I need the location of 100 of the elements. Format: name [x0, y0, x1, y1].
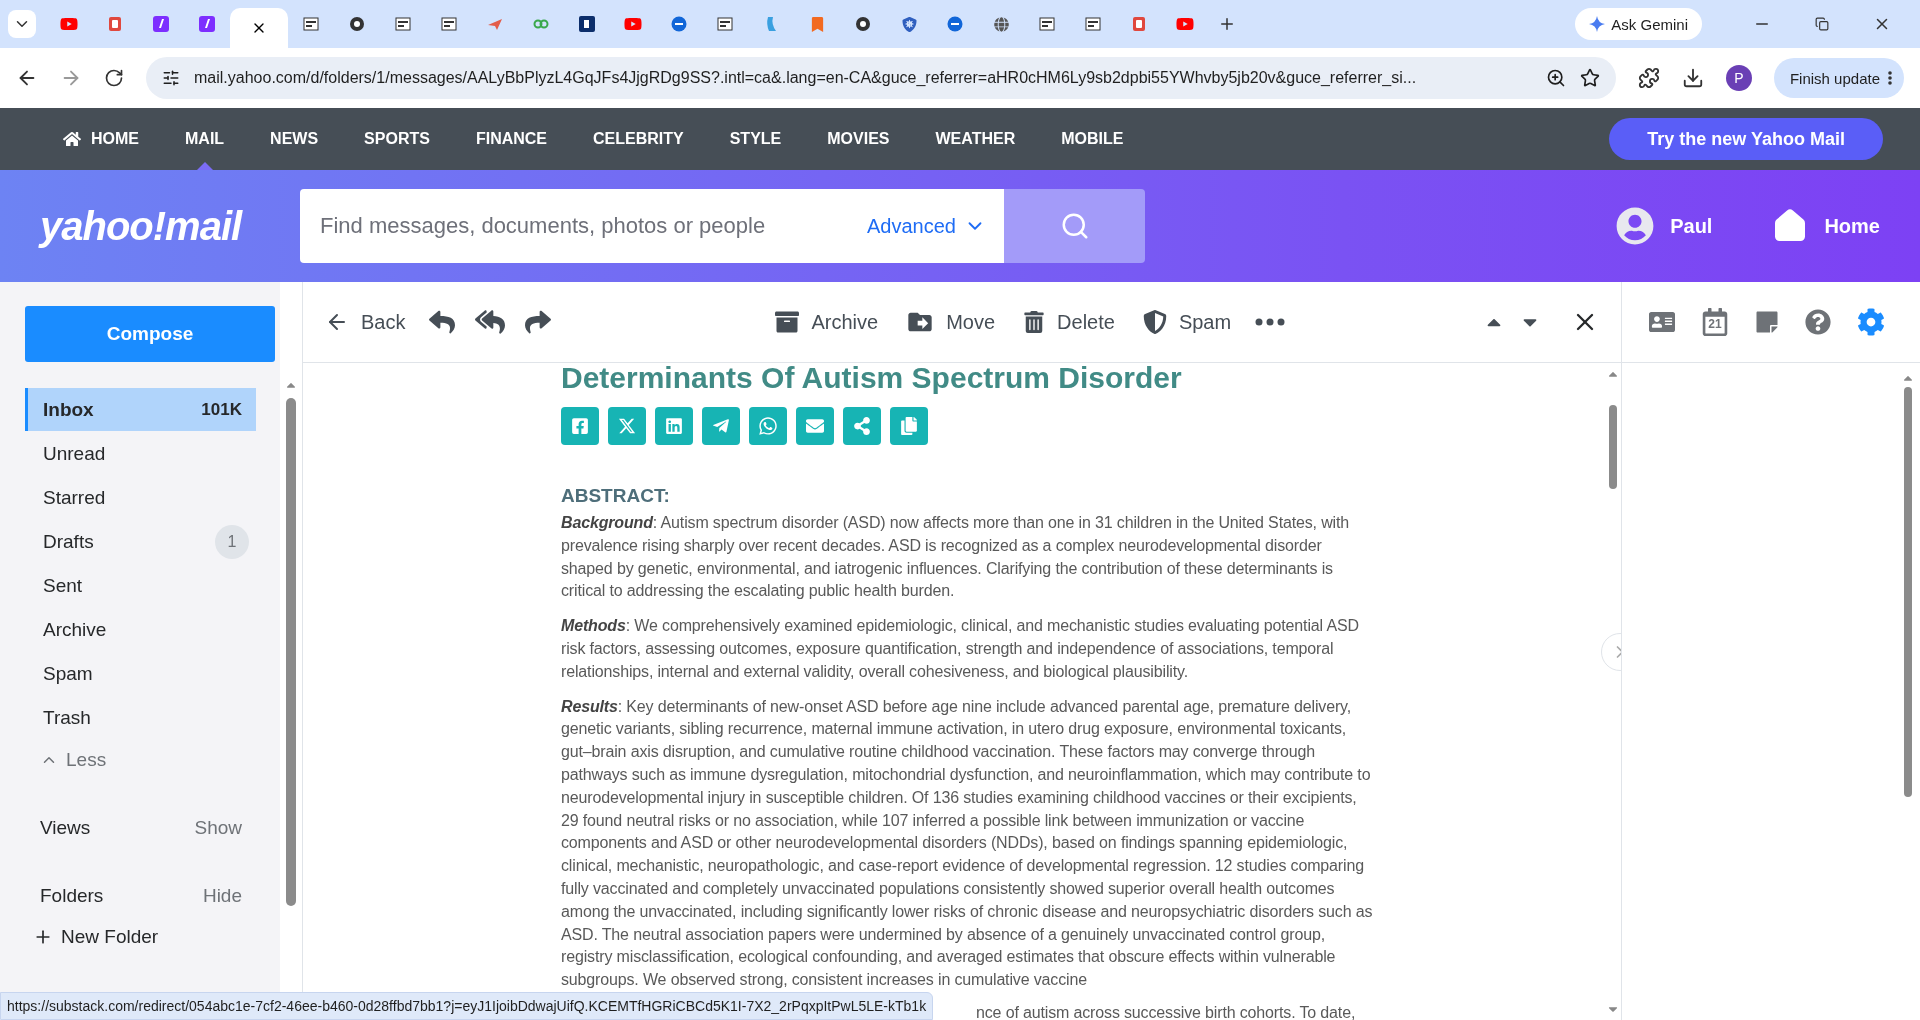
- site-icon: [671, 16, 687, 32]
- site-icon: [579, 16, 595, 32]
- archive-icon: [775, 310, 800, 334]
- nav-link[interactable]: CELEBRITY: [570, 108, 707, 170]
- scrollbar-thumb[interactable]: [286, 398, 296, 906]
- share-button[interactable]: [702, 407, 740, 445]
- abstract-paragraph: Methods: We comprehensively examined epidemiologic, clinical, and mechanistic studies evaluating potential ASD risk factors, assessing outcomes, exposure quantification, strength and independence of associations, temporal relationships, internal and external validity, overall cohesiveness, and biological plausibility.: [561, 616, 1360, 682]
- tab-menu-button[interactable]: [8, 10, 36, 38]
- toolbar-button[interactable]: Move: [892, 308, 1010, 336]
- new-tab-icon[interactable]: [1218, 15, 1236, 33]
- try-new-mail-button[interactable]: Try the new Yahoo Mail: [1609, 118, 1883, 160]
- less-toggle[interactable]: Less: [25, 740, 280, 780]
- abstract-paragraph: Results: Key determinants of new-onset ASD before age nine include advanced parental age, premature delivery, genetic variants, sibling recurrence, maternal immune activation, in utero drug exposure, environmental toxicants, gut–brain axis disruption, and cumulative routine childhood vaccination. These factors may converge through pathways such as immune dysregulation, mitochondrial dysfunction, and neuroinflammation, which may contribute to neurodevelopmental injury in susceptible children. Of 136 studies examining childhood vaccines or their excipients, 29 found neutral risks or no association, while 107 inferred a possible link between immunization or vaccine components and ASD or other neurodevelopmental disorders (NDDs), based on findings spanning epidemiologic, clinical, mechanistic, neuropathologic, and case-report evidence of developmental regression. 12 studies comparing fully vaccinated and completely unvaccinated populations consistently showed superior overall health outcomes among the unvaccinated, including significantly lower risks of chronic disease and neuropsychiatric disorders such as ASD. The neutral association papers were undermined by absence of a genuinely unvaccinated control group, registry misclassification, ecological confounding, and averaged estimates that obscure effects within vulnerable subgroups. We observed strong, consistent increases in cumulative vaccine: [561, 696, 1374, 991]
- mail-logo[interactable]: yahoo!mail: [40, 203, 300, 249]
- settings-icon[interactable]: [1857, 308, 1885, 336]
- scrollbar-thumb[interactable]: [1904, 387, 1912, 797]
- copy-icon: [900, 417, 918, 435]
- sparkle-icon: [1589, 16, 1606, 32]
- contacts-icon[interactable]: [1649, 309, 1675, 335]
- site-icon: [1176, 15, 1194, 33]
- nav-link[interactable]: MOVIES: [804, 108, 913, 170]
- site-icon: [766, 16, 776, 32]
- trash-icon: [1023, 311, 1046, 333]
- folder-item[interactable]: Trash: [25, 696, 256, 739]
- folder-item[interactable]: Archive: [25, 608, 256, 651]
- folder-item[interactable]: Starred: [25, 476, 256, 519]
- share-button[interactable]: [561, 407, 599, 445]
- section-toggle[interactable]: Show: [194, 817, 242, 839]
- abstract-paragraph: Background: Autism spectrum disorder (ASD) now affects more than one in 31 children in the United States, with prevalence rising sharply over recent decades. ASD is recognized as a complex neurodevelopmental disorder shaped by genetic, environmental, and iatrogenic influences. Clarifying the contribution of these determinants is critical to addressing the escalating public health burden.: [561, 513, 1351, 602]
- profile-link[interactable]: Paul: [1616, 207, 1713, 245]
- link-preview: https://substack.com/redirect/054abc1e-7cf2-46ee-b460-0d28ffbd7bb1?j=eyJ1IjoibDdwajUifQ.KCEMTfHGRiCBCd5K1I-7X2_2rPqxpItPwL5LE-kTb1k: [0, 992, 934, 1020]
- notepad-icon[interactable]: [1755, 310, 1779, 334]
- advanced-dropdown[interactable]: Advanced: [867, 214, 986, 238]
- extensions-icon[interactable]: [1637, 67, 1660, 89]
- nav-link[interactable]: SPORTS: [341, 108, 453, 170]
- more-vertical-icon: [1888, 71, 1892, 85]
- section-toggle[interactable]: Hide: [202, 885, 242, 907]
- folder-item[interactable]: Inbox 101K: [25, 388, 256, 431]
- section-heading: ABSTRACT:: [561, 485, 671, 507]
- share-button[interactable]: [749, 407, 787, 445]
- shield-icon: [1142, 310, 1167, 334]
- bookmark-star-icon[interactable]: [1579, 68, 1600, 88]
- back-button[interactable]: Back: [325, 310, 420, 334]
- site-icon: [855, 16, 871, 32]
- site-icon: [809, 16, 825, 32]
- mail-icon: [806, 417, 824, 435]
- home-icon: [63, 130, 81, 148]
- site-icon: [901, 16, 917, 32]
- help-icon[interactable]: [1805, 309, 1831, 335]
- site-icon: [487, 16, 503, 32]
- site-icon: [624, 15, 642, 33]
- nav-link[interactable]: MAIL: [162, 108, 248, 170]
- toolbar-button[interactable]: Archive: [761, 310, 893, 334]
- nav-link[interactable]: FINANCE: [452, 108, 570, 170]
- telegram-icon: [712, 417, 730, 435]
- download-icon[interactable]: [1681, 67, 1704, 89]
- new-folder-link[interactable]: New Folder: [25, 926, 280, 948]
- share-button[interactable]: [655, 407, 693, 445]
- share-button[interactable]: [608, 407, 646, 445]
- site-icon: [395, 16, 411, 32]
- toolbar-button[interactable]: Delete: [1009, 310, 1129, 334]
- nav-link[interactable]: STYLE: [706, 108, 805, 170]
- site-icon: [947, 16, 963, 32]
- folder-item[interactable]: Drafts 1: [25, 520, 256, 563]
- site-settings-icon[interactable]: [162, 69, 180, 87]
- nav-link[interactable]: MOBILE: [1038, 108, 1147, 170]
- message-count: 101K: [201, 399, 242, 420]
- article-title: Determinants Of Autism Spectrum Disorder: [561, 363, 1182, 393]
- site-icon: [60, 15, 78, 33]
- site-icon: [1131, 16, 1147, 32]
- site-icon: [153, 16, 169, 32]
- profile-avatar[interactable]: P: [1725, 65, 1752, 91]
- site-icon: [1085, 16, 1101, 32]
- search-field[interactable]: Find messages, documents, photos or people Advanced: [300, 189, 1004, 263]
- toolbar-button[interactable]: Spam: [1128, 310, 1246, 334]
- share-button[interactable]: [796, 407, 834, 445]
- nav-link[interactable]: NEWS: [247, 108, 342, 170]
- folder-item[interactable]: Spam: [25, 652, 256, 695]
- ask-gemini-button[interactable]: Ask Gemini: [1575, 8, 1702, 40]
- nav-link[interactable]: HOME: [40, 108, 162, 170]
- scrollbar-thumb[interactable]: [1609, 404, 1617, 489]
- user-avatar-icon: [1616, 207, 1655, 245]
- site-icon: [1039, 16, 1055, 32]
- calendar-icon[interactable]: 21: [1701, 308, 1729, 336]
- folder-item[interactable]: Sent: [25, 564, 256, 607]
- section-label: Views: [40, 817, 91, 839]
- site-icon: [993, 16, 1009, 32]
- folder-item[interactable]: Unread: [25, 432, 256, 475]
- nav-link[interactable]: WEATHER: [912, 108, 1039, 170]
- address-bar[interactable]: mail.yahoo.com/d/folders/1/messages/AALyBbPlyzL4GqJFs4JjgRDg9SS?.intl=ca&.lang=en-CA&guce_referrer=aHR0cHM6Ly9sb2dpbi55YWhvby5jb20v&guce_referrer_si...: [146, 57, 1616, 99]
- reload-icon[interactable]: [104, 68, 124, 88]
- facebook-icon: [571, 417, 589, 435]
- share-button[interactable]: [843, 407, 881, 445]
- zoom-icon[interactable]: [1545, 68, 1566, 88]
- section-label: Folders: [40, 885, 104, 907]
- home-link[interactable]: Home: [1772, 208, 1880, 244]
- share-button[interactable]: [890, 407, 928, 445]
- finish-update-button[interactable]: Finish update: [1773, 58, 1904, 98]
- site-icon: [441, 16, 457, 32]
- site-icon: [303, 16, 319, 32]
